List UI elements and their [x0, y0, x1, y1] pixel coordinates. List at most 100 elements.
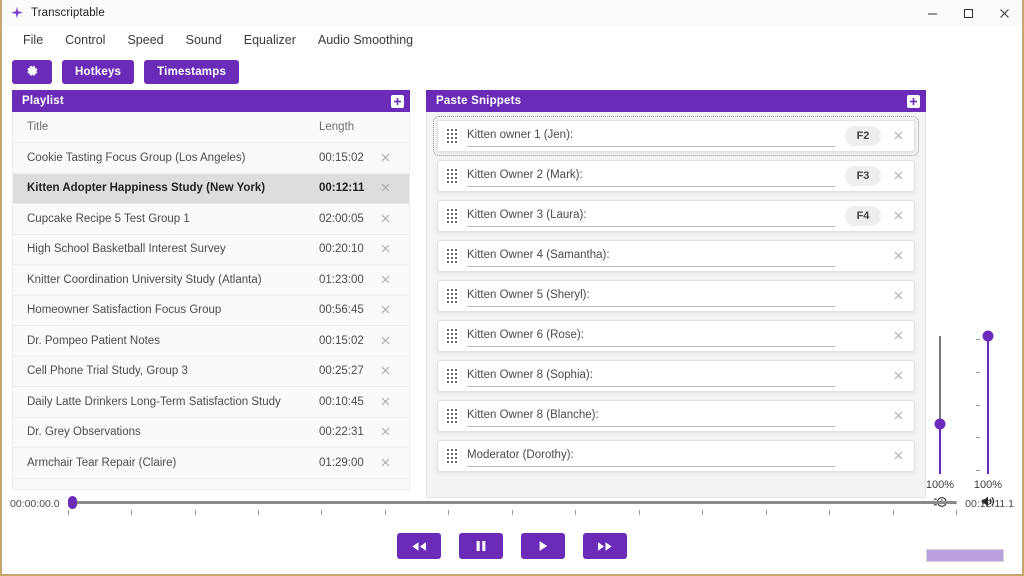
- menu-item-file[interactable]: File: [12, 29, 54, 51]
- snippet-text-input[interactable]: [467, 246, 835, 267]
- play-button[interactable]: [521, 533, 565, 559]
- snippet-text-input[interactable]: [467, 206, 835, 227]
- playlist-row-remove-icon[interactable]: [375, 243, 395, 255]
- snippet-row[interactable]: [437, 280, 915, 312]
- playlist-row[interactable]: Armchair Tear Repair (Claire)01:29:00: [13, 448, 409, 479]
- snippet-row[interactable]: F2: [437, 120, 915, 152]
- playlist-row-remove-icon[interactable]: [375, 426, 395, 438]
- snippet-row[interactable]: [437, 400, 915, 432]
- minimize-icon[interactable]: [914, 0, 950, 26]
- drag-handle-icon[interactable]: [447, 169, 458, 183]
- playlist-row[interactable]: Cell Phone Trial Study, Group 300:25:27: [13, 357, 409, 388]
- playlist-row-remove-icon[interactable]: [375, 213, 395, 225]
- playlist-row-remove-icon[interactable]: [375, 457, 395, 469]
- playlist-column-headers: Title Length: [13, 112, 409, 143]
- drag-handle-icon[interactable]: [447, 289, 458, 303]
- snippet-remove-icon[interactable]: [889, 170, 907, 182]
- snippet-remove-icon[interactable]: [889, 290, 907, 302]
- snippet-hotkey-badge[interactable]: [845, 286, 881, 306]
- snippet-text-input[interactable]: [467, 126, 835, 147]
- snippet-hotkey-badge[interactable]: [845, 406, 881, 426]
- snippet-row[interactable]: F3: [437, 160, 915, 192]
- drag-handle-icon[interactable]: [447, 449, 458, 463]
- drag-handle-icon[interactable]: [447, 369, 458, 383]
- drag-handle-icon[interactable]: [447, 249, 458, 263]
- hotkeys-button[interactable]: Hotkeys: [62, 60, 134, 84]
- snippet-row[interactable]: [437, 320, 915, 352]
- pause-button[interactable]: [459, 533, 503, 559]
- rewind-button[interactable]: [397, 533, 441, 559]
- playlist-row[interactable]: Kitten Adopter Happiness Study (New York…: [13, 174, 409, 205]
- close-icon[interactable]: [986, 0, 1022, 26]
- timeline-thumb[interactable]: [68, 496, 77, 509]
- playlist-row[interactable]: Knitter Coordination University Study (A…: [13, 265, 409, 296]
- playlist-row-remove-icon[interactable]: [375, 365, 395, 377]
- timeline-track-area[interactable]: [68, 492, 958, 516]
- menu-item-control[interactable]: Control: [54, 29, 116, 51]
- snippet-remove-icon[interactable]: [889, 210, 907, 222]
- snippet-row[interactable]: [437, 440, 915, 472]
- snippet-text-input[interactable]: [467, 366, 835, 387]
- drag-handle-icon[interactable]: [447, 129, 458, 143]
- snippet-remove-icon[interactable]: [889, 370, 907, 382]
- menu-item-equalizer[interactable]: Equalizer: [233, 29, 307, 51]
- snippet-hotkey-badge[interactable]: F4: [845, 206, 881, 226]
- snippet-row[interactable]: [437, 240, 915, 272]
- snippet-text-input[interactable]: [467, 326, 835, 347]
- snippet-remove-icon[interactable]: [889, 330, 907, 342]
- snippet-hotkey-badge[interactable]: [845, 366, 881, 386]
- snippet-remove-icon[interactable]: [889, 130, 907, 142]
- application-window: Transcriptable File Control Speed Sound …: [0, 0, 1024, 576]
- playlist-row[interactable]: Homeowner Satisfaction Focus Group00:56:…: [13, 296, 409, 327]
- drag-handle-icon[interactable]: [447, 209, 458, 223]
- playlist-add-icon[interactable]: [391, 95, 404, 108]
- timestamps-button[interactable]: Timestamps: [144, 60, 239, 84]
- playlist-row-remove-icon[interactable]: [375, 304, 395, 316]
- volume-slider-thumb[interactable]: [983, 331, 994, 342]
- playlist-row-length: 00:12:11: [319, 182, 375, 194]
- snippet-hotkey-badge[interactable]: F3: [845, 166, 881, 186]
- snippet-row[interactable]: [437, 360, 915, 392]
- snippet-hotkey-badge[interactable]: [845, 246, 881, 266]
- menu-item-speed[interactable]: Speed: [116, 29, 174, 51]
- speed-slider[interactable]: 100%: [918, 336, 962, 509]
- speed-slider-thumb[interactable]: [935, 419, 946, 430]
- snippet-remove-icon[interactable]: [889, 250, 907, 262]
- playlist-row[interactable]: Daily Latte Drinkers Long-Term Satisfact…: [13, 387, 409, 418]
- settings-button[interactable]: [12, 60, 52, 84]
- playlist-row-remove-icon[interactable]: [375, 335, 395, 347]
- volume-slider-track-wrap[interactable]: [975, 336, 1001, 474]
- playback-timeline[interactable]: 00:00:00.0 00:12:11.1: [2, 488, 1022, 520]
- snippet-text-input[interactable]: [467, 406, 835, 427]
- snippet-text-input[interactable]: [467, 166, 835, 187]
- playlist-row-remove-icon[interactable]: [375, 182, 395, 194]
- snippets-add-icon[interactable]: [907, 95, 920, 108]
- playlist-row[interactable]: Dr. Pompeo Patient Notes00:15:02: [13, 326, 409, 357]
- timeline-track[interactable]: [68, 501, 958, 504]
- playlist-row-remove-icon[interactable]: [375, 152, 395, 164]
- playlist-row[interactable]: Cookie Tasting Focus Group (Los Angeles)…: [13, 143, 409, 174]
- menu-item-audio-smoothing[interactable]: Audio Smoothing: [307, 29, 424, 51]
- snippet-text-input[interactable]: [467, 286, 835, 307]
- snippet-remove-icon[interactable]: [889, 410, 907, 422]
- drag-handle-icon[interactable]: [447, 409, 458, 423]
- snippet-hotkey-badge[interactable]: F2: [845, 126, 881, 146]
- snippet-text-input[interactable]: [467, 446, 835, 467]
- speed-slider-track-wrap[interactable]: [927, 336, 953, 474]
- playlist-row[interactable]: Cupcake Recipe 5 Test Group 102:00:05: [13, 204, 409, 235]
- playlist-row-remove-icon[interactable]: [375, 396, 395, 408]
- snippet-hotkey-badge[interactable]: [845, 326, 881, 346]
- menu-item-sound[interactable]: Sound: [175, 29, 233, 51]
- snippet-remove-icon[interactable]: [889, 450, 907, 462]
- bottom-progress-bar[interactable]: [926, 549, 1004, 562]
- playlist-row-remove-icon[interactable]: [375, 274, 395, 286]
- snippet-row[interactable]: F4: [437, 200, 915, 232]
- playlist-row[interactable]: High School Basketball Interest Survey00…: [13, 235, 409, 266]
- volume-slider[interactable]: 100%: [966, 336, 1010, 509]
- maximize-icon[interactable]: [950, 0, 986, 26]
- playlist-row[interactable]: Dr. Grey Observations00:22:31: [13, 418, 409, 449]
- fast-forward-button[interactable]: [583, 533, 627, 559]
- snippet-hotkey-badge[interactable]: [845, 446, 881, 466]
- playlist-row-length: 00:10:45: [319, 396, 375, 408]
- drag-handle-icon[interactable]: [447, 329, 458, 343]
